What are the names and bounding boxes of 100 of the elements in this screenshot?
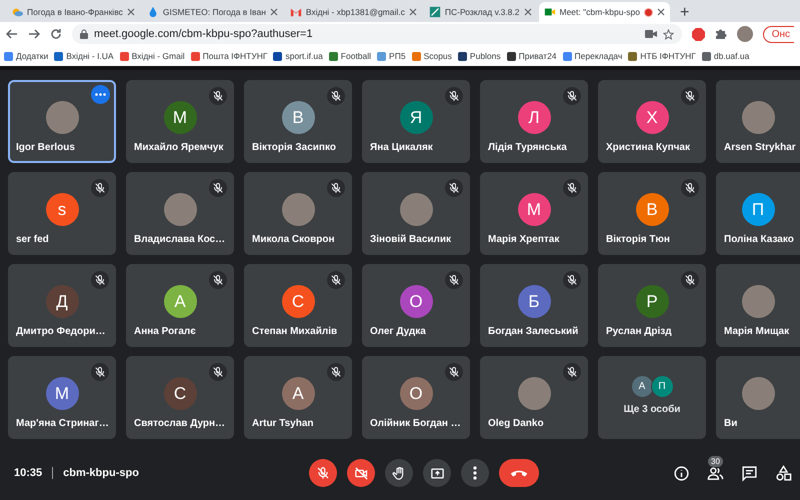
muted-microphone-icon [684, 90, 696, 102]
participant-name: Святослав Дурн… [134, 418, 226, 429]
bookmark[interactable]: Перекладач [562, 51, 622, 61]
raise-hand-button[interactable] [385, 459, 413, 487]
present-button[interactable] [423, 459, 451, 487]
close-icon[interactable] [657, 8, 665, 16]
more-options-icon [95, 93, 106, 96]
browser-tab[interactable]: Вхідні - xbp1381@gmail.c [284, 2, 422, 22]
participant-tile[interactable]: А П Ще 3 особи [598, 356, 706, 439]
avatar-initial: А [630, 374, 654, 398]
participant-tile[interactable]: М Михайло Яремчук [126, 80, 234, 163]
avatar-initial: В [282, 101, 314, 134]
new-tab-button[interactable]: + [672, 4, 698, 22]
participant-tile[interactable]: П Поліна Казако [716, 172, 800, 255]
bookmark[interactable]: РП5 [377, 51, 406, 61]
star-icon[interactable] [662, 28, 674, 40]
more-options-button[interactable] [461, 459, 489, 487]
muted-microphone-icon [566, 90, 578, 102]
participant-tile[interactable]: М Марія Хрептак [480, 172, 588, 255]
participant-tile[interactable]: s ser fed [8, 172, 116, 255]
activities-button[interactable] [775, 464, 792, 482]
participant-tile[interactable]: С Степан Михайлів [244, 264, 352, 347]
participant-tile[interactable]: Х Христина Купчак [598, 80, 706, 163]
update-button[interactable]: Онс [762, 26, 794, 42]
profile-photo-placeholder[interactable] [736, 26, 753, 42]
muted-microphone-icon [212, 366, 224, 378]
bookmark[interactable]: Вхідні - Gmail [120, 51, 185, 61]
info-icon [673, 464, 690, 482]
avatar-initial: Б [518, 285, 550, 318]
bookmark[interactable]: Football [328, 51, 372, 61]
avatar-initial: Л [518, 101, 550, 134]
bookmark[interactable]: Publons [458, 51, 501, 61]
browser-tab[interactable]: Meet: "cbm-kbpu-spo [538, 2, 670, 22]
muted-microphone-icon [212, 90, 224, 102]
avatar-initial: М [164, 101, 196, 134]
microphone-button[interactable] [309, 459, 337, 487]
participant-name: Зіновій Василик [370, 234, 452, 245]
chat-button[interactable] [741, 464, 758, 482]
participant-tile[interactable]: Д Дмитро Федори… [8, 264, 116, 347]
close-icon[interactable] [126, 8, 135, 16]
close-icon[interactable] [270, 8, 278, 16]
participant-name: Олійник Богдан … [370, 418, 461, 429]
muted-microphone-icon [448, 90, 460, 102]
profile-photo-placeholder [742, 101, 774, 134]
puzzle-piece-icon[interactable] [714, 28, 727, 40]
participant-tile[interactable]: Б Богдан Залеський [480, 264, 588, 347]
browser-tab[interactable]: ПС-Розклад v.3.8.2 [424, 2, 536, 22]
participant-tile[interactable]: С Святослав Дурн… [126, 356, 234, 439]
participant-name: Artur Tsyhan [252, 418, 314, 429]
bookmark[interactable]: Пошта ІФНТУНГ [190, 51, 268, 61]
close-icon[interactable] [408, 8, 417, 16]
bookmark[interactable]: sport.if.ua [273, 51, 323, 61]
participant-name: Вікторія Тюн [606, 234, 670, 245]
participant-tile[interactable]: Микола Сковрон [244, 172, 352, 255]
participant-tile[interactable]: О Олег Дудка [362, 264, 470, 347]
ad-block-icon[interactable] [692, 28, 705, 40]
bookmark[interactable]: НТБ ІФНТУНГ [628, 51, 696, 61]
camera-button[interactable] [347, 459, 375, 487]
reload-icon[interactable] [50, 28, 62, 40]
participant-tile[interactable]: Arsen Strykhar [716, 80, 800, 163]
participant-tile[interactable]: Oleg Danko [480, 356, 588, 439]
more-options-button[interactable] [91, 85, 110, 104]
avatar-initial: О [400, 377, 432, 410]
back-icon[interactable] [6, 28, 18, 40]
participant-tile[interactable]: Р Руслан Дрізд [598, 264, 706, 347]
camera-icon[interactable] [644, 29, 657, 39]
bookmark[interactable]: db.uaf.ua [702, 51, 750, 61]
people-button[interactable]: 30 [707, 456, 724, 482]
participant-tile[interactable]: М Мар'яна Стринаг… [8, 356, 116, 439]
participant-tile[interactable]: О Олійник Богдан … [362, 356, 470, 439]
participant-tile[interactable]: Марія Мищак [716, 264, 800, 347]
muted-microphone-icon [684, 182, 696, 194]
browser-tab[interactable]: Погода в Івано-Франківс [6, 2, 140, 22]
participant-tile[interactable]: Ви [716, 356, 800, 439]
leave-call-button[interactable] [499, 459, 539, 487]
participant-tile[interactable]: Я Яна Цикаляк [362, 80, 470, 163]
participant-tile[interactable]: Зіновій Василик [362, 172, 470, 255]
close-icon[interactable] [524, 8, 532, 16]
participant-tile[interactable]: А Artur Tsyhan [244, 356, 352, 439]
forward-icon[interactable] [28, 28, 40, 40]
site-icon [146, 6, 159, 18]
participant-tile[interactable]: А Анна Рогалє [126, 264, 234, 347]
browser-tab[interactable]: GISMETEO: Погода в Іван [142, 2, 283, 22]
participant-name: Arsen Strykhar [724, 142, 796, 153]
microphone-off-icon [316, 466, 330, 480]
bookmark[interactable]: Приват24 [506, 51, 557, 61]
info-button[interactable] [673, 464, 690, 482]
address-bar[interactable]: meet.google.com/cbm-kbpu-spo?authuser=1 [72, 24, 682, 44]
participant-name: Степан Михайлів [252, 326, 338, 337]
bookmark[interactable]: Scopus [412, 51, 452, 61]
participant-tile[interactable]: В Вікторія Засипко [244, 80, 352, 163]
clock-time: 10:35 [14, 467, 42, 479]
participant-tile[interactable]: Владислава Кос… [126, 172, 234, 255]
participant-name: Лідія Турянська [488, 142, 567, 153]
recording-dot-icon [644, 8, 653, 16]
bookmark[interactable]: Вхідні - I.UA [54, 51, 114, 61]
participant-tile[interactable]: Igor Berlous [8, 80, 116, 163]
bookmark[interactable]: Додатки [4, 51, 48, 61]
participant-tile[interactable]: Л Лідія Турянська [480, 80, 588, 163]
participant-tile[interactable]: В Вікторія Тюн [598, 172, 706, 255]
